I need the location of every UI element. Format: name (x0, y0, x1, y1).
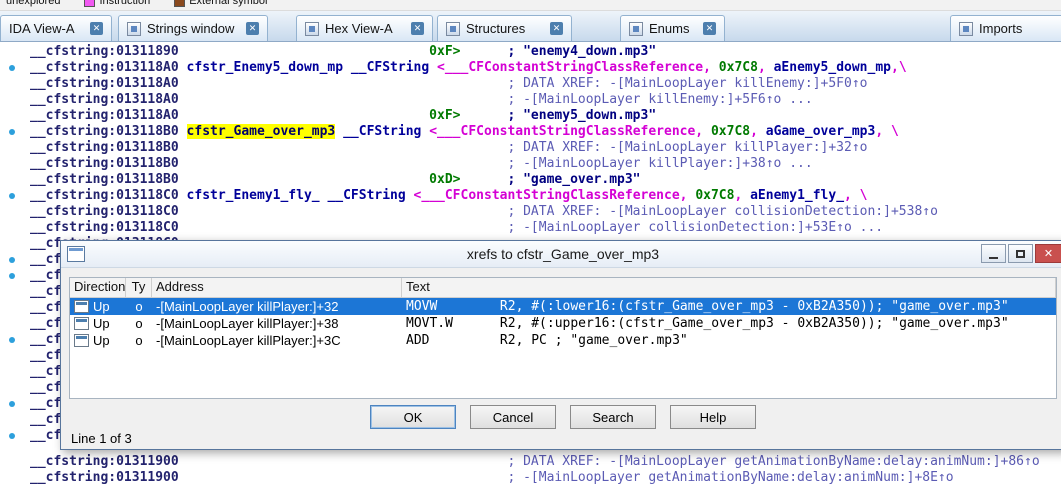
disasm-line[interactable]: __cfstring:013118C0 ; -[MainLoopLayer co… (0, 220, 1061, 236)
column-header-text[interactable]: Text (402, 278, 1056, 297)
tab-close-icon[interactable]: ✕ (703, 22, 716, 35)
maximize-icon (1016, 249, 1025, 258)
xref-direction: Up (93, 316, 110, 331)
tab-bar: IDA View-A ✕ Strings window ✕ Hex View-A ✕ Str… (0, 11, 1061, 42)
disasm-line[interactable]: __cfstring:013118A0 ; DATA XREF: -[MainL… (0, 76, 1061, 92)
column-header-direction[interactable]: Direction (70, 278, 126, 297)
tab-label: Enums (649, 21, 690, 36)
tab-label: Hex View-A (325, 21, 393, 36)
xref-type: o (135, 333, 143, 348)
legend-swatch-instruction (84, 0, 96, 7)
xref-dot-icon (9, 257, 15, 263)
highlighted-name[interactable]: cfstr_Game_over_mp3 (186, 124, 336, 139)
minimize-button[interactable] (981, 244, 1006, 263)
tab-close-icon[interactable]: ✕ (90, 22, 103, 35)
xref-item-icon (74, 317, 89, 330)
xref-item-icon (74, 300, 89, 313)
xref-item-icon (74, 334, 89, 347)
dialog-icon (67, 246, 85, 262)
hex-view-icon (305, 21, 319, 36)
disasm-line[interactable]: __cfstring:013118A0 0xF> ; "enemy5_down.… (0, 108, 1061, 124)
status-line: Line 1 of 3 (71, 431, 132, 446)
xref-dot-icon (9, 65, 15, 71)
disasm-line[interactable]: __cfstring:013118C0 ; DATA XREF: -[MainL… (0, 204, 1061, 220)
legend-bar: unexplored Instruction External symbol (0, 0, 1061, 11)
disasm-line[interactable]: __cfstring:01311900 ; DATA XREF: -[MainL… (0, 454, 1061, 470)
tab-close-icon[interactable]: ✕ (411, 22, 424, 35)
xref-text: ADD R2, PC ; "game_over.mp3" (406, 333, 688, 348)
legend-item-external-symbol: External symbol (174, 0, 267, 7)
tab-ida-view-a[interactable]: IDA View-A ✕ (0, 15, 112, 41)
tab-label: IDA View-A (9, 21, 75, 36)
xref-direction: Up (93, 299, 110, 314)
xref-address: -[MainLoopLayer killPlayer:]+32 (156, 299, 339, 314)
xref-dot-icon (9, 337, 15, 343)
search-button[interactable]: Search (570, 405, 656, 429)
legend-swatch-external-symbol (174, 0, 186, 7)
strings-window-icon (127, 21, 141, 36)
xref-dot-icon (9, 273, 15, 279)
legend-label: Instruction (99, 0, 151, 7)
legend-item-unexplored: unexplored (6, 0, 60, 7)
tab-structures[interactable]: Structures ✕ (437, 15, 572, 41)
dialog-titlebar[interactable]: xrefs to cfstr_Game_over_mp3 ✕ (61, 241, 1061, 268)
xref-row[interactable]: Up o -[MainLoopLayer killPlayer:]+3C ADD R2… (70, 332, 1056, 349)
maximize-button[interactable] (1008, 244, 1033, 263)
disasm-line[interactable]: __cfstring:013118B0 ; -[MainLoopLayer ki… (0, 156, 1061, 172)
disasm-line[interactable]: __cfstring:013118A0 cfstr_Enemy5_down_mp… (0, 60, 1061, 76)
structures-icon (446, 21, 460, 36)
legend-item-instruction: Instruction (84, 0, 150, 7)
disasm-line[interactable]: __cfstring:01311900 ; -[MainLoopLayer ge… (0, 470, 1061, 486)
tab-strings-window[interactable]: Strings window ✕ (118, 15, 268, 41)
close-icon: ✕ (1043, 248, 1054, 260)
xref-dot-icon (9, 401, 15, 407)
xref-type: o (135, 299, 143, 314)
xref-address: -[MainLoopLayer killPlayer:]+3C (156, 333, 341, 348)
xref-table: Direction Ty Address Text Up o -[MainLoopLaye… (69, 277, 1057, 399)
legend-label: unexplored (6, 0, 61, 7)
xref-address: -[MainLoopLayer killPlayer:]+38 (156, 316, 339, 331)
dialog-title: xrefs to cfstr_Game_over_mp3 (466, 246, 660, 262)
ok-button[interactable]: OK (370, 405, 456, 429)
xref-table-header: Direction Ty Address Text (70, 278, 1056, 298)
close-button[interactable]: ✕ (1035, 244, 1061, 263)
disasm-line[interactable]: __cfstring:013118C0 cfstr_Enemy1_fly_ __… (0, 188, 1061, 204)
legend-label: External symbol (189, 0, 268, 7)
tab-label: Imports (979, 21, 1023, 36)
xref-type: o (135, 316, 143, 331)
xref-row[interactable]: Up o -[MainLoopLayer killPlayer:]+38 MOVT.W… (70, 315, 1056, 332)
disasm-line[interactable]: __cfstring:013118A0 ; -[MainLoopLayer ki… (0, 92, 1061, 108)
xref-text: MOVT.W R2, #(:upper16:(cfstr_Game_over_m… (406, 316, 1009, 331)
xrefs-dialog: xrefs to cfstr_Game_over_mp3 ✕ Direction… (60, 240, 1061, 450)
xref-direction: Up (93, 333, 110, 348)
xref-dot-icon (9, 433, 15, 439)
tab-close-icon[interactable]: ✕ (246, 22, 259, 35)
tab-label: Structures (466, 21, 526, 36)
xref-dot-icon (9, 129, 15, 135)
xref-dot-icon (9, 193, 15, 199)
tab-enums[interactable]: Enums ✕ (620, 15, 725, 41)
disasm-line[interactable]: __cfstring:013118B0 0xD> ; "game_over.mp… (0, 172, 1061, 188)
cancel-button[interactable]: Cancel (470, 405, 556, 429)
tab-imports[interactable]: Imports (950, 15, 1061, 41)
disasm-line[interactable]: __cfstring:013118B0 ; DATA XREF: -[MainL… (0, 140, 1061, 156)
column-header-address[interactable]: Address (152, 278, 402, 297)
imports-icon (959, 21, 973, 36)
tab-close-icon[interactable]: ✕ (550, 22, 563, 35)
xref-text: MOVW R2, #(:lower16:(cfstr_Game_over_mp3… (406, 299, 1009, 314)
help-button[interactable]: Help (670, 405, 756, 429)
tab-label: Strings window (147, 21, 235, 36)
tab-hex-view-a[interactable]: Hex View-A ✕ (296, 15, 433, 41)
disasm-line[interactable]: __cfstring:013118B0 cfstr_Game_over_mp3 … (0, 124, 1061, 140)
xref-row[interactable]: Up o -[MainLoopLayer killPlayer:]+32 MOVW R… (70, 298, 1056, 315)
enums-icon (629, 21, 643, 36)
disasm-line[interactable]: __cfstring:01311890 0xF> ; "enemy4_down.… (0, 44, 1061, 60)
column-header-ty[interactable]: Ty (126, 278, 152, 297)
minimize-icon (989, 257, 998, 259)
